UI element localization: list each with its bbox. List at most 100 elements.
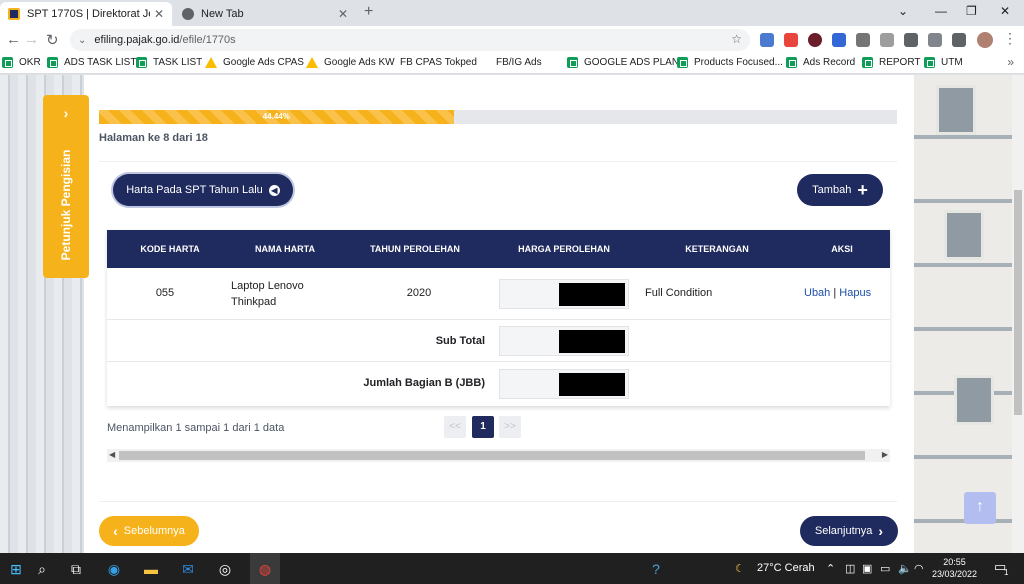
back-arrow-icon[interactable]: ← <box>6 31 21 48</box>
windows-start-icon[interactable]: ⊞ <box>6 559 26 579</box>
back-to-top-button[interactable]: ↑ <box>964 492 996 524</box>
browser-toolbar: ← → ↻ ⌄ efiling.pajak.go.id/efile/1770s … <box>0 26 1024 54</box>
tambah-button[interactable]: Tambah + <box>797 174 883 206</box>
divider <box>99 501 897 502</box>
horizontal-scrollbar[interactable]: ◀ ▶ <box>107 449 890 462</box>
button-label: Tambah <box>812 184 852 196</box>
sebelumnya-button[interactable]: ‹ Sebelumnya <box>99 516 199 546</box>
bookmark-star-icon[interactable]: ☆ <box>731 32 742 46</box>
bookmark-fb-cpas-tokped[interactable]: FB CPAS Tokped <box>400 57 477 143</box>
jbb-field[interactable] <box>499 369 629 399</box>
edge-icon[interactable]: ◉ <box>104 559 124 579</box>
button-label: Selanjutnya <box>814 525 873 537</box>
tab-search-icon[interactable]: ⌄ <box>898 4 908 18</box>
browser-tab-bar: SPT 1770S | Direktorat Jenderal P ✕ New … <box>0 0 1024 26</box>
network-icon[interactable]: ◠ <box>914 562 924 575</box>
vertical-scrollbar[interactable] <box>1012 75 1024 553</box>
nama-harta-line: Thinkpad <box>231 296 277 308</box>
more-menu-icon[interactable]: ⋮ <box>1003 30 1017 47</box>
subtotal-label: Sub Total <box>435 335 485 347</box>
harta-tahun-lalu-button[interactable]: Harta Pada SPT Tahun Lalu ◀ <box>113 174 293 206</box>
bookmark-task-list[interactable]: TASK LIST <box>136 57 202 68</box>
weather-text[interactable]: 27°C Cerah <box>757 562 815 574</box>
tray-icon[interactable]: ◫ <box>845 562 855 575</box>
close-tab-icon[interactable]: ✕ <box>338 7 348 21</box>
bookmark-utm[interactable]: UTM <box>924 57 963 68</box>
scroll-thumb[interactable] <box>119 451 865 460</box>
scroll-left-icon[interactable]: ◀ <box>109 450 115 459</box>
google-ads-icon <box>205 57 217 68</box>
close-window-button[interactable]: ✕ <box>1000 4 1010 18</box>
task-view-icon[interactable]: ⧉ <box>66 559 86 579</box>
analytics-extension-icon[interactable] <box>784 33 798 47</box>
harga-perolehan-field[interactable] <box>499 279 629 309</box>
background-building-image <box>914 75 1024 553</box>
bookmark-okr[interactable]: OKR <box>2 57 41 68</box>
file-explorer-icon[interactable]: ▬ <box>141 559 161 579</box>
ubah-link[interactable]: Ubah <box>804 287 830 299</box>
bookmark-ads-record[interactable]: Ads Record <box>786 57 855 68</box>
scroll-right-icon[interactable]: ▶ <box>882 450 888 459</box>
side-panel-icon[interactable] <box>952 33 966 47</box>
chrome-icon[interactable]: ◍ <box>255 559 275 579</box>
hapus-link[interactable]: Hapus <box>839 287 871 299</box>
table-row: 055 Laptop Lenovo Thinkpad 2020 Full Con… <box>107 268 890 320</box>
app-icon[interactable]: ◎ <box>215 559 235 579</box>
bookmark-label: OKR <box>19 57 41 68</box>
bookmark-ads-task-list[interactable]: ADS TASK LIST <box>47 57 136 68</box>
extension-icon[interactable] <box>832 33 846 47</box>
media-control-icon[interactable] <box>928 33 942 47</box>
profile-avatar[interactable] <box>977 32 993 48</box>
building-window <box>954 375 994 425</box>
close-tab-icon[interactable]: ✕ <box>154 7 164 21</box>
bookmark-google-ads-plan[interactable]: GOOGLE ADS PLAN <box>567 57 679 68</box>
tab-new-tab[interactable]: New Tab ✕ <box>174 2 356 26</box>
web-page: 44.44% Halaman ke 8 dari 18 Harta Pada S… <box>0 75 1024 553</box>
extension-icon[interactable] <box>808 33 822 47</box>
bookmark-report[interactable]: REPORT <box>862 57 921 68</box>
kode-harta-cell: 055 <box>155 287 175 299</box>
selanjutnya-button[interactable]: Selanjutnya › <box>800 516 898 546</box>
subtotal-field[interactable] <box>499 326 629 356</box>
pagination-page-1[interactable]: 1 <box>472 416 494 438</box>
pagination-info: Menampilkan 1 sampai 1 dari 1 data <box>107 422 285 434</box>
jbb-row: Jumlah Bagian B (JBB) <box>107 362 890 406</box>
extension-icon[interactable] <box>760 33 774 47</box>
bookmark-google-ads-cpas[interactable]: Google Ads CPAS <box>205 57 304 68</box>
new-tab-button[interactable]: + <box>364 3 373 21</box>
pagination-prev[interactable]: << <box>444 416 466 438</box>
extension-icon[interactable] <box>856 33 870 47</box>
bookmark-fb-ig-ads[interactable]: FB/IG Ads <box>496 57 542 143</box>
restore-button[interactable]: ❐ <box>966 4 977 18</box>
puzzle-extensions-icon[interactable] <box>904 33 918 47</box>
bookmark-products-focused[interactable]: Products Focused... <box>677 57 783 68</box>
more-bookmarks-icon[interactable]: » <box>1007 55 1014 69</box>
search-icon[interactable]: ⌕ <box>32 559 52 579</box>
petunjuk-pengisian-tab[interactable]: › Petunjuk Pengisian <box>43 95 89 278</box>
windows-taskbar: ⊞ ⌕ ⧉ ◉ ▬ ✉ ◎ ◍ ? ☾ 27°C Cerah ⌃ ◫ ▣ ▭ 🔈… <box>0 553 1024 584</box>
site-info-icon[interactable]: ⌄ <box>78 35 86 46</box>
address-bar[interactable]: ⌄ efiling.pajak.go.id/efile/1770s ☆ <box>70 29 750 51</box>
battery-icon[interactable]: ▭ <box>880 562 890 575</box>
reload-icon[interactable]: ↻ <box>46 31 59 49</box>
forward-arrow-icon[interactable]: → <box>24 31 39 48</box>
form-card: 44.44% Halaman ke 8 dari 18 Harta Pada S… <box>84 75 914 553</box>
mail-icon[interactable]: ✉ <box>178 559 198 579</box>
column-header: KODE HARTA <box>140 244 200 254</box>
tahun-perolehan-cell: 2020 <box>406 287 432 299</box>
bookmark-label: TASK LIST <box>153 57 203 68</box>
volume-icon[interactable]: 🔈 <box>898 562 912 575</box>
show-hidden-icons-icon[interactable]: ⌃ <box>826 562 835 575</box>
side-tab-label: Petunjuk Pengisian <box>59 149 73 261</box>
keterangan-cell: Full Condition <box>645 287 713 299</box>
help-icon[interactable]: ? <box>646 559 666 579</box>
tray-icon[interactable]: ▣ <box>862 562 872 575</box>
bookmark-label: FB CPAS Tokped <box>400 57 477 68</box>
bookmark-google-ads-kw[interactable]: Google Ads KW <box>306 57 395 68</box>
tab-spt-1770s[interactable]: SPT 1770S | Direktorat Jenderal P ✕ <box>0 2 172 26</box>
pagination-next[interactable]: >> <box>499 416 521 438</box>
scroll-thumb[interactable] <box>1014 190 1022 415</box>
code-extension-icon[interactable] <box>880 33 894 47</box>
minimize-button[interactable]: — <box>935 4 947 18</box>
system-clock[interactable]: 20:55 23/03/2022 <box>932 556 977 580</box>
